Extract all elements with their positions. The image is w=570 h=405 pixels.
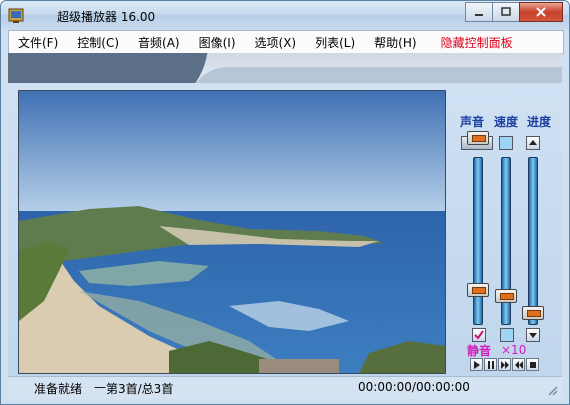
arrow-down-icon (529, 333, 537, 338)
rewind-icon (514, 360, 523, 369)
speed-slider-thumb[interactable] (495, 289, 517, 304)
speed-reset-button[interactable] (499, 136, 513, 150)
side-control-panel: 声音 速度 进度 静音 ×10 (453, 109, 559, 371)
rewind-button[interactable] (512, 358, 525, 371)
volume-slider-thumb[interactable] (467, 283, 489, 298)
menu-bar: 文件(F) 控制(C) 音频(A) 图像(I) 选项(X) 列表(L) 帮助(H… (8, 30, 564, 54)
hide-control-panel-button[interactable]: 隐藏控制面板 (441, 34, 513, 51)
mute-label: 静音 (467, 344, 492, 358)
title-bar[interactable]: 超级播放器 16.00 (1, 1, 569, 30)
mute-checkbox[interactable] (472, 328, 486, 342)
menu-list[interactable]: 列表(L) (315, 34, 355, 51)
menu-control[interactable]: 控制(C) (77, 34, 119, 51)
close-button[interactable] (519, 2, 563, 22)
fast-forward-icon (500, 360, 509, 369)
menu-audio[interactable]: 音频(A) (138, 34, 180, 51)
stop-button[interactable] (526, 358, 539, 371)
resize-grip-icon[interactable] (548, 386, 558, 396)
checkmark-icon (474, 330, 484, 340)
status-track: 第3首/总3首 (106, 382, 174, 396)
minimize-icon (475, 14, 483, 16)
stop-icon (529, 361, 536, 368)
maximize-button[interactable] (492, 2, 520, 22)
minimize-button[interactable] (465, 2, 493, 22)
progress-track[interactable] (528, 157, 538, 325)
play-icon (473, 360, 480, 369)
speed-label: 速度 (494, 115, 519, 129)
status-bar: 准备就绪 — 第3首/总3首 00:00:00/00:00:00 (8, 376, 562, 399)
progress-up-button[interactable] (526, 136, 540, 150)
volume-top-thumb[interactable] (467, 131, 489, 145)
player-window: 超级播放器 16.00 文件(F) 控制(C) 音频(A) 图像(I) 选项(X… (0, 0, 570, 405)
status-ready: 准备就绪 (34, 382, 83, 396)
speed-mode-button[interactable] (500, 328, 514, 342)
window-title: 超级播放器 16.00 (57, 10, 156, 24)
play-button[interactable] (470, 358, 483, 371)
arrow-up-icon (529, 140, 537, 145)
progress-slider-thumb[interactable] (522, 306, 544, 321)
pause-icon (487, 360, 494, 369)
volume-label: 声音 (460, 115, 485, 129)
video-frame-image (19, 91, 445, 373)
close-icon (536, 7, 546, 17)
app-icon (8, 8, 24, 23)
menu-file[interactable]: 文件(F) (18, 34, 58, 51)
menu-help[interactable]: 帮助(H) (374, 34, 416, 51)
volume-track[interactable] (473, 157, 483, 325)
maximize-icon (501, 7, 511, 16)
video-display[interactable] (18, 90, 446, 374)
status-time: 00:00:00/00:00:00 (358, 380, 470, 394)
progress-down-button[interactable] (526, 328, 540, 342)
menu-image[interactable]: 图像(I) (199, 34, 236, 51)
pause-button[interactable] (484, 358, 497, 371)
speed-value: ×10 (501, 343, 527, 357)
menu-options[interactable]: 选项(X) (255, 34, 297, 51)
fast-forward-button[interactable] (498, 358, 511, 371)
progress-label: 进度 (527, 115, 552, 129)
playback-buttons (470, 358, 540, 371)
